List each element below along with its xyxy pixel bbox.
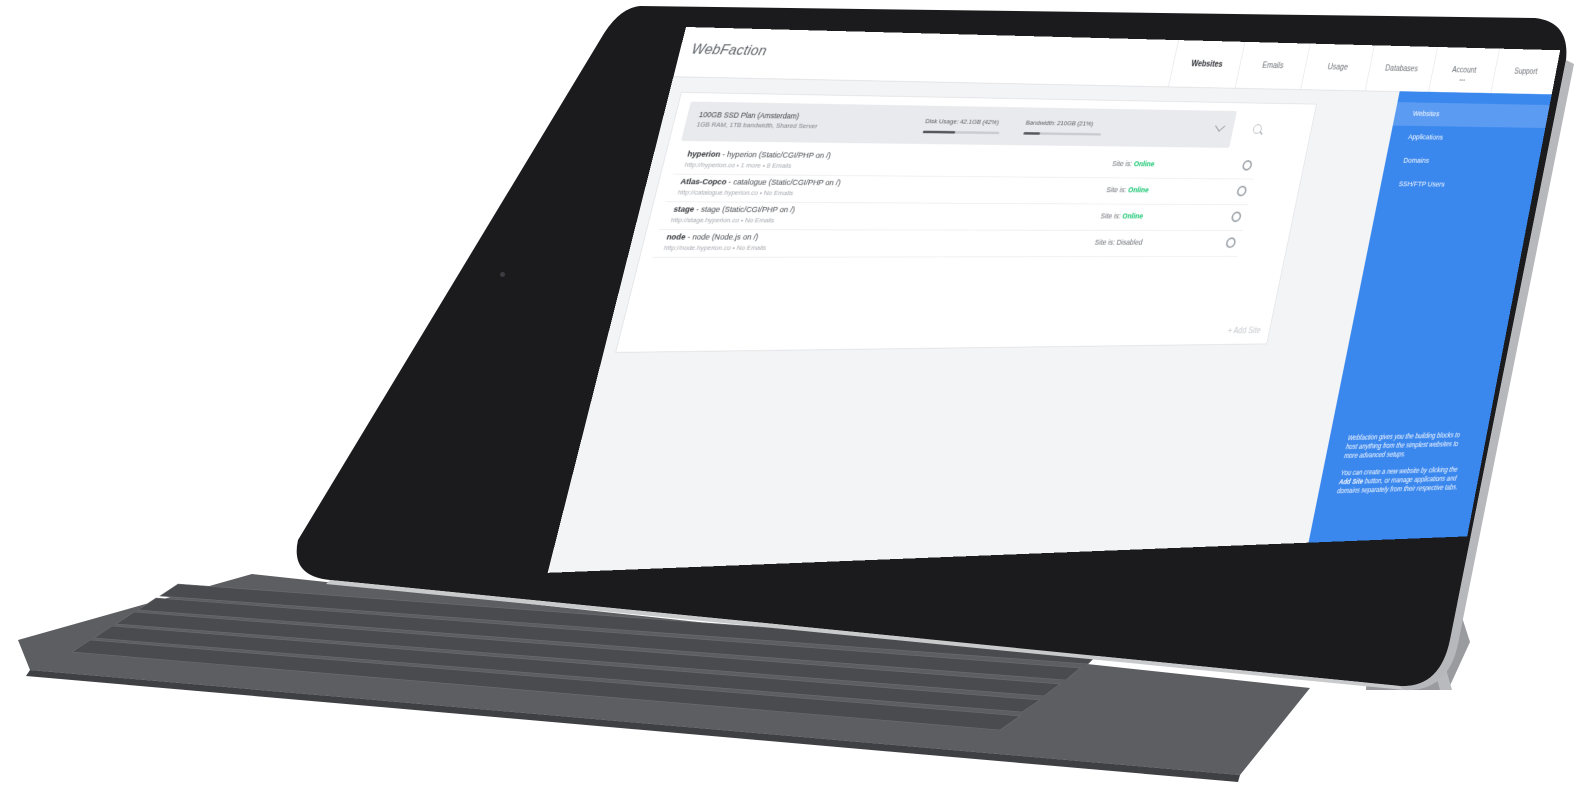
plan-title: 100GB SSD Plan (Amsterdam) [698,110,801,121]
sidebar-help: Webfaction gives you the building blocks… [1335,430,1473,504]
gear-icon[interactable] [1241,160,1253,171]
nav-databases[interactable]: Databases [1364,45,1438,92]
plan-subtitle: 1GB RAM, 1TB bandwidth, Shared Server [695,120,819,130]
nav-label: Usage [1326,62,1349,72]
site-app: - hyperion (Static/CGI/PHP on /) [719,150,832,161]
site-status: Site is: Disabled [1094,238,1143,246]
disk-usage-bar [922,130,1000,135]
nav-websites[interactable]: Websites [1168,40,1245,88]
sidebar-item-domains[interactable]: Domains [1383,149,1541,174]
more-dots-icon: ••• [1458,76,1466,84]
sidebar-item-ssh-ftp-users[interactable]: SSH/FTP Users [1378,173,1536,198]
webfaction-app: WebFaction Websites Emails Usage Databas… [547,27,1561,573]
nav-label: Support [1513,67,1539,77]
status-value: Online [1133,159,1156,169]
site-title: node - node (Node.js on /) [666,233,760,243]
status-value: Online [1121,211,1144,221]
plan-summary[interactable]: 100GB SSD Plan (Amsterdam) 1GB RAM, 1TB … [681,101,1237,148]
camera-icon [500,272,505,277]
site-app: - stage (Static/CGI/PHP on /) [692,204,797,215]
nav-support[interactable]: Support [1490,48,1561,95]
help-paragraph: Webfaction gives you the building blocks… [1343,430,1461,460]
status-prefix: Site is: [1099,211,1124,221]
disk-usage-label: Disk Usage: 42.1GB (42%) [924,117,1000,126]
disk-usage-fill [922,130,956,134]
nav-label: Account [1451,65,1478,75]
status-prefix: Site is: [1111,159,1135,168]
gear-icon[interactable] [1225,237,1237,248]
site-status: Site is: Online [1111,159,1155,168]
site-title: stage - stage (Static/CGI/PHP on /) [672,205,796,215]
site-app: - node (Node.js on /) [684,232,760,243]
nav-label: Emails [1261,61,1285,71]
nav-label: Websites [1190,59,1224,69]
site-meta: http://node.hyperion.co • No Emails [663,243,768,252]
bandwidth-label: Bandwidth: 210GB (21%) [1025,118,1095,128]
bandwidth-bar [1023,132,1102,136]
device-scene: WebFaction Websites Emails Usage Databas… [0,0,1592,794]
nav-emails[interactable]: Emails [1234,41,1310,90]
nav-label: Databases [1384,63,1419,74]
add-site-button[interactable]: + Add Site [1227,326,1262,335]
status-value: Disabled [1115,238,1144,247]
main-nav: Websites Emails Usage Databases Account •… [1168,40,1561,95]
websites-card: 100GB SSD Plan (Amsterdam) 1GB RAM, 1TB … [615,91,1317,353]
site-row[interactable]: Atlas-Copco - catalogue (Static/CGI/PHP … [665,173,1255,206]
gear-icon[interactable] [1230,211,1243,223]
site-title: Atlas-Copco - catalogue (Static/CGI/PHP … [679,177,841,188]
chevron-down-icon[interactable] [1215,120,1226,132]
site-meta: http://stage.hyperion.co • No Emails [670,216,776,225]
gear-icon[interactable] [1236,185,1248,197]
status-prefix: Site is: [1105,185,1130,194]
status-prefix: Site is: [1093,238,1118,247]
site-row[interactable]: stage - stage (Static/CGI/PHP on /) http… [658,201,1249,231]
sidebar-item-websites[interactable]: Websites [1392,102,1550,128]
help-paragraph: You can create a new website by clicking… [1336,465,1466,496]
site-row[interactable]: node - node (Node.js on /) http://node.h… [651,229,1244,258]
site-name: hyperion [686,149,722,160]
sidebar-item-applications[interactable]: Applications [1388,126,1545,151]
site-title: hyperion - hyperion (Static/CGI/PHP on /… [686,150,831,161]
site-status: Site is: Online [1106,186,1150,194]
site-status: Site is: Online [1100,212,1144,220]
site-meta: http://catalogue.hyperion.co • No Emails [677,188,795,197]
status-value: Online [1127,185,1150,195]
main-content: 100GB SSD Plan (Amsterdam) 1GB RAM, 1TB … [548,76,1400,572]
site-app: - catalogue (Static/CGI/PHP on /) [725,177,842,188]
help-bold: Add Site [1338,476,1365,486]
site-name: stage [672,204,696,215]
site-meta: http://hyperion.co • 1 more • 8 Emails [683,160,793,170]
nav-usage[interactable]: Usage [1300,43,1375,91]
screen: WebFaction Websites Emails Usage Databas… [547,27,1561,573]
nav-account[interactable]: Account ••• [1428,46,1500,94]
site-name: Atlas-Copco [679,177,728,187]
logo[interactable]: WebFaction [690,41,769,60]
search-icon[interactable] [1252,124,1263,134]
bandwidth-fill [1023,132,1041,135]
